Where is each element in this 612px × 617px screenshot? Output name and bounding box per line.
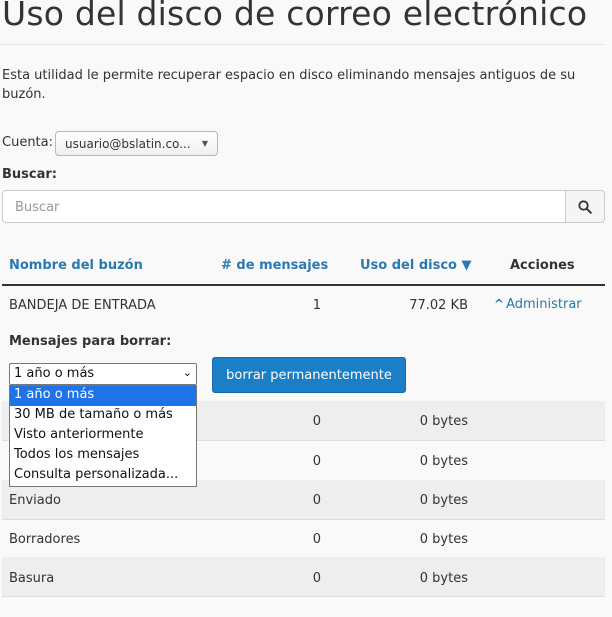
- mailbox-name: Borradores: [9, 532, 81, 547]
- search-icon: [578, 199, 592, 214]
- delete-criteria-select[interactable]: 1 año o más ⌄: [9, 363, 197, 385]
- row-divider: [2, 596, 605, 597]
- column-header-messages[interactable]: # de mensajes: [221, 258, 328, 273]
- manage-link[interactable]: ^ Administrar: [494, 297, 582, 312]
- option-custom-query[interactable]: Consulta personalizada...: [10, 466, 196, 486]
- disk-usage: 0 bytes: [419, 414, 468, 429]
- caret-down-icon: ▼: [201, 139, 208, 148]
- purge-button[interactable]: borrar permanentemente: [212, 357, 406, 393]
- message-count: 1: [312, 298, 321, 313]
- column-header-mailbox[interactable]: Nombre del buzón: [9, 258, 143, 273]
- chevron-down-icon: ⌄: [182, 366, 192, 379]
- mailbox-name: BANDEJA DE ENTRADA: [9, 298, 156, 313]
- message-count: 0: [312, 414, 321, 429]
- option-seen[interactable]: Visto anteriormente: [10, 426, 196, 446]
- search-input[interactable]: Buscar: [2, 190, 566, 223]
- message-count: 0: [312, 454, 321, 469]
- mailbox-name: Enviado: [9, 493, 61, 508]
- account-select[interactable]: usuario@bslatin.co... ▼: [55, 131, 218, 156]
- disk-usage: 0 bytes: [419, 571, 468, 586]
- intro-text: Esta utilidad le permite recuperar espac…: [2, 68, 576, 102]
- account-select-value: usuario@bslatin.co...: [65, 137, 191, 151]
- disk-usage: 77.02 KB: [409, 298, 468, 313]
- delete-criteria-options: 1 año o más 30 MB de tamaño o más Visto …: [9, 385, 197, 487]
- chevron-up-icon: ^: [494, 297, 505, 311]
- message-count: 0: [312, 532, 321, 547]
- column-header-actions: Acciones: [510, 258, 575, 273]
- disk-usage: 0 bytes: [419, 454, 468, 469]
- title-divider: [0, 44, 605, 45]
- delete-criteria-value: 1 año o más: [14, 366, 95, 381]
- option-one-year[interactable]: 1 año o más: [10, 386, 196, 406]
- option-all-messages[interactable]: Todos los mensajes: [10, 446, 196, 466]
- message-count: 0: [312, 571, 321, 586]
- column-header-disk-usage[interactable]: Uso del disco ▼: [360, 258, 472, 273]
- search-label: Buscar:: [2, 167, 57, 182]
- mailbox-name: Basura: [9, 571, 55, 586]
- message-count: 0: [312, 493, 321, 508]
- messages-to-delete-label: Mensajes para borrar:: [9, 334, 172, 349]
- row-divider: [2, 519, 605, 520]
- header-divider: [2, 284, 605, 286]
- manage-link-label: Administrar: [506, 297, 582, 312]
- account-label: Cuenta:: [2, 135, 53, 150]
- search-button[interactable]: [565, 190, 605, 223]
- disk-usage: 0 bytes: [419, 493, 468, 508]
- option-30mb[interactable]: 30 MB de tamaño o más: [10, 406, 196, 426]
- page-title: Uso del disco de correo electrónico: [2, 0, 588, 33]
- disk-usage: 0 bytes: [419, 532, 468, 547]
